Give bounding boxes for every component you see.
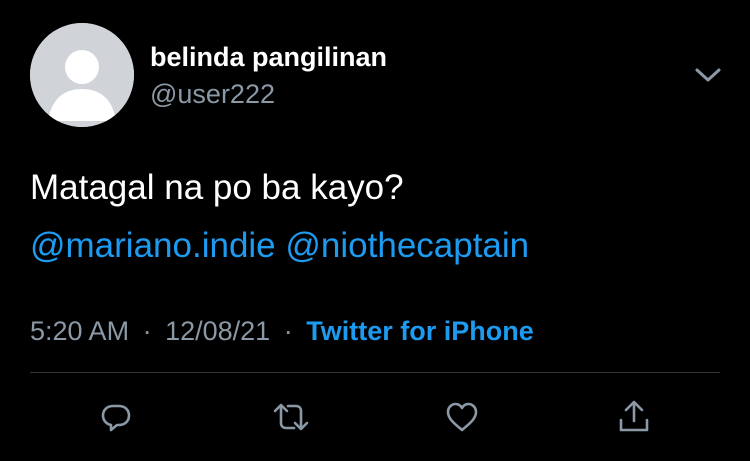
meta-separator: · — [142, 316, 152, 346]
author-handle[interactable]: @user222 — [150, 79, 275, 110]
tweet-date: 12/08/21 — [165, 316, 271, 346]
tweet-source-link[interactable]: Twitter for iPhone — [306, 316, 534, 346]
like-button[interactable] — [440, 395, 484, 439]
heart-icon — [446, 402, 478, 432]
reply-icon — [101, 404, 131, 432]
share-button[interactable] — [612, 395, 656, 439]
tweet-meta: 5:20 AM · 12/08/21 · Twitter for iPhone — [30, 316, 534, 347]
divider — [30, 372, 720, 373]
mention-link[interactable]: @niothecaptain — [285, 226, 529, 265]
tweet-text: Matagal na po ba kayo? — [30, 168, 404, 207]
default-avatar-icon — [30, 23, 134, 127]
share-icon — [619, 400, 649, 432]
meta-separator: · — [283, 316, 293, 346]
chevron-down-icon[interactable] — [692, 62, 724, 88]
mention-link[interactable]: @mariano.indie — [30, 226, 276, 265]
avatar[interactable] — [30, 23, 134, 127]
reply-button[interactable] — [94, 395, 138, 439]
retweet-icon — [273, 403, 309, 431]
tweet-mentions: @mariano.indie @niothecaptain — [30, 226, 529, 266]
author-display-name[interactable]: belinda pangilinan — [150, 42, 387, 73]
retweet-button[interactable] — [269, 395, 313, 439]
tweet-time: 5:20 AM — [30, 316, 130, 346]
